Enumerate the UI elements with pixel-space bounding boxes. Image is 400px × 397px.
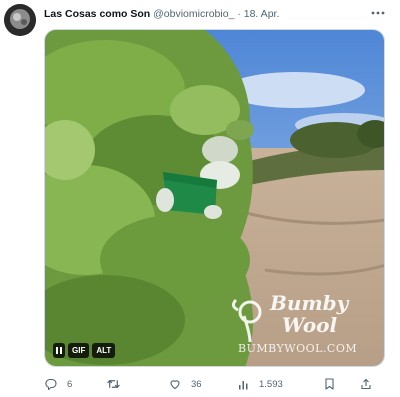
gif-media[interactable]: GIF ALT Bumby Wool BUMBYWOOL.COM bbox=[44, 29, 385, 367]
more-dots-icon bbox=[371, 11, 385, 15]
avatar[interactable] bbox=[4, 4, 36, 36]
tweet-date[interactable]: 18. Apr. bbox=[244, 8, 280, 20]
bumby-wool-watermark: Bumby Wool BUMBYWOOL.COM bbox=[232, 286, 372, 356]
more-button[interactable] bbox=[368, 4, 388, 22]
like-button[interactable]: 36 bbox=[169, 378, 202, 390]
display-name[interactable]: Las Cosas como Son bbox=[44, 8, 150, 20]
reply-button[interactable]: 6 bbox=[45, 378, 72, 390]
views-button[interactable]: 1.593 bbox=[238, 379, 283, 390]
alt-button[interactable]: ALT bbox=[92, 343, 116, 358]
bookmark-button[interactable] bbox=[324, 378, 335, 390]
views-chart-icon bbox=[239, 380, 248, 389]
action-bar: 6 36 1.593 bbox=[44, 376, 385, 392]
views-count: 1.593 bbox=[259, 378, 283, 390]
share-icon bbox=[361, 378, 371, 390]
tweet[interactable]: Las Cosas como Son @obviomicrobio_ · 18.… bbox=[0, 0, 400, 397]
gif-badge: GIF bbox=[68, 343, 90, 358]
pause-icon bbox=[60, 347, 62, 354]
watermark-line1: Bumby bbox=[269, 291, 350, 315]
reply-icon bbox=[45, 378, 57, 390]
bookmark-icon bbox=[325, 378, 334, 390]
retweet-icon bbox=[107, 379, 120, 389]
watermark-url: BUMBYWOOL.COM bbox=[238, 342, 357, 355]
gif-controls: GIF ALT bbox=[53, 343, 116, 358]
reply-count: 6 bbox=[67, 378, 73, 390]
pause-icon bbox=[56, 347, 58, 354]
avatar-image bbox=[4, 4, 36, 36]
separator: · bbox=[237, 8, 241, 20]
watermark-logo: Bumby Wool BUMBYWOOL.COM bbox=[232, 291, 357, 355]
heart-icon bbox=[170, 380, 180, 390]
retweet-button[interactable] bbox=[107, 378, 130, 390]
watermark-line2: Wool bbox=[282, 313, 338, 337]
user-handle[interactable]: @obviomicrobio_ bbox=[153, 8, 234, 20]
pause-button[interactable] bbox=[53, 343, 65, 358]
like-count: 36 bbox=[191, 378, 202, 390]
tweet-header: Las Cosas como Son @obviomicrobio_ · 18.… bbox=[44, 6, 360, 22]
share-button[interactable] bbox=[360, 378, 372, 390]
